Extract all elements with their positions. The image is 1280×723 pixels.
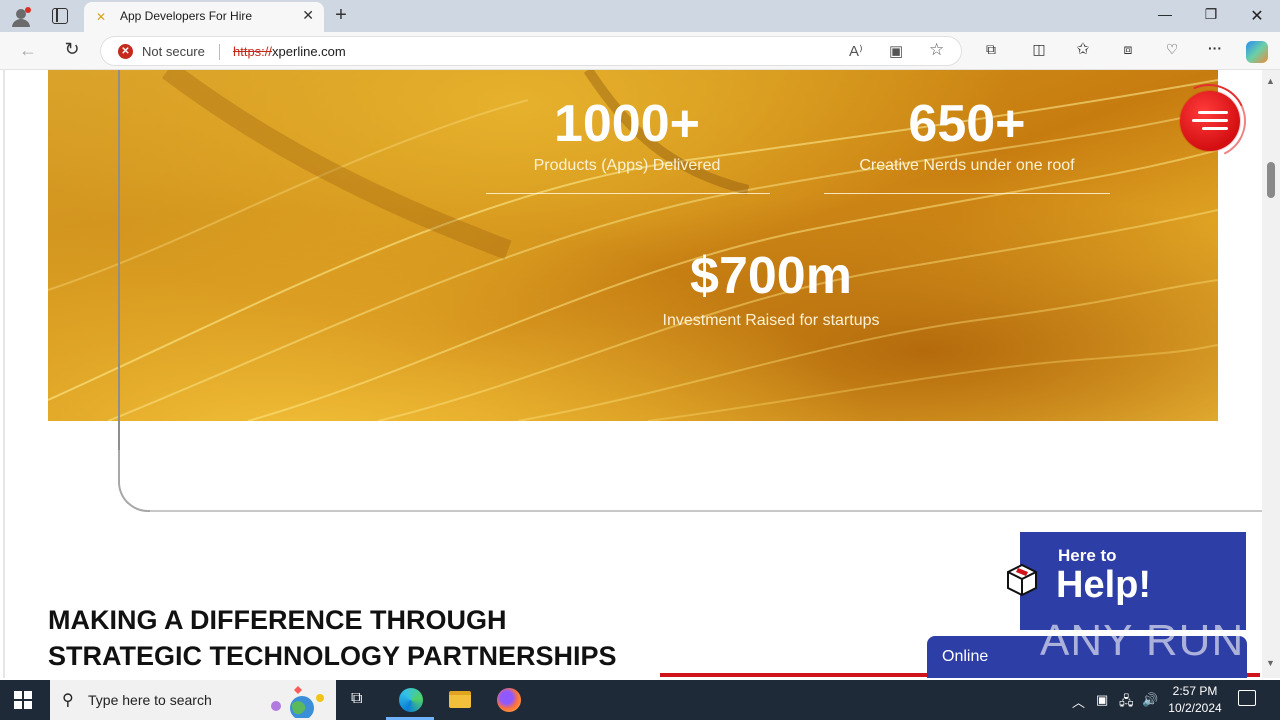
decorative-frame-bottom: [150, 510, 1262, 512]
watermark-text: ANY RUN: [1040, 616, 1245, 665]
tab-bar: ✕ App Developers For Hire ✕ + — ❐ ✕: [0, 0, 1280, 32]
close-tab-icon[interactable]: ✕: [302, 7, 314, 24]
tab-active[interactable]: ✕ App Developers For Hire ✕: [84, 2, 324, 32]
stat-caption-investment: Investment Raised for startups: [662, 312, 880, 329]
stat-caption-products: Products (Apps) Delivered: [533, 157, 721, 174]
stat-divider: [824, 193, 1110, 194]
headline-line-2: STRATEGIC TECHNOLOGY PARTNERSHIPS: [48, 641, 617, 671]
favorites-icon[interactable]: ✩: [1072, 39, 1094, 59]
taskbar-search[interactable]: ⚲ Type here to search: [50, 680, 336, 720]
scroll-down-icon[interactable]: ▼: [1266, 658, 1275, 668]
address-bar[interactable]: ✕ Not secure https://xperline.com A⁾ ▣ ☆: [100, 36, 962, 66]
edge-icon: [399, 688, 423, 712]
page-content: 1000+ Products (Apps) Delivered 650+ Cre…: [0, 70, 1262, 678]
decorative-frame-line: [118, 70, 120, 480]
stat-number-nerds: 650+: [908, 95, 1026, 153]
hamburger-menu-icon: [1192, 119, 1228, 122]
site-favicon-icon: ✕: [96, 10, 107, 24]
close-window-button[interactable]: ✕: [1242, 6, 1272, 26]
help-small-text: Here to: [1058, 546, 1117, 565]
back-button[interactable]: ←: [16, 40, 40, 61]
show-hidden-icons[interactable]: ︿: [1072, 692, 1085, 711]
windows-taskbar: ⚲ Type here to search ⧉ ︿ ▣ 🖧 🔊 2:57 PM …: [0, 680, 1280, 720]
section-headline: MAKING A DIFFERENCE THROUGH STRATEGIC TE…: [48, 602, 617, 674]
extensions-icon[interactable]: ⧉: [980, 41, 1002, 58]
immersive-reader-icon[interactable]: ▣: [889, 42, 903, 60]
notifications-icon[interactable]: [1238, 690, 1256, 706]
task-view-icon: ⧉: [351, 690, 363, 707]
task-view-button[interactable]: ⧉: [336, 680, 384, 720]
new-tab-button[interactable]: +: [330, 4, 352, 27]
taskbar-file-explorer[interactable]: [436, 680, 484, 720]
hamburger-menu-icon: [1198, 111, 1228, 114]
folder-icon: [449, 691, 471, 708]
profile-icon[interactable]: [10, 6, 32, 28]
help-big-text: Help!: [1056, 564, 1151, 606]
cube-icon: [1007, 563, 1037, 597]
taskbar-edge[interactable]: [386, 680, 434, 720]
stat-number-products: 1000+: [553, 95, 701, 153]
stat-number-investment: $700m: [690, 247, 852, 305]
hamburger-menu-icon: [1202, 127, 1228, 130]
taskbar-firefox[interactable]: [484, 680, 532, 720]
stats-hero: 1000+ Products (Apps) Delivered 650+ Cre…: [48, 70, 1218, 421]
restore-button[interactable]: ❐: [1196, 6, 1226, 23]
search-placeholder: Type here to search: [88, 692, 212, 708]
more-options-icon[interactable]: ···: [1204, 40, 1226, 56]
volume-icon[interactable]: 🔊: [1142, 692, 1158, 708]
url-scheme: https://: [233, 44, 273, 59]
chat-status-text: Online: [942, 648, 989, 665]
browser-essentials-icon[interactable]: ♡: [1161, 41, 1183, 58]
browser-toolbar: ← ↻ ✕ Not secure https://xperline.com A⁾…: [0, 32, 1280, 70]
scroll-up-icon[interactable]: ▲: [1266, 76, 1275, 86]
tab-actions-icon[interactable]: [52, 8, 68, 24]
clock-date: 10/2/2024: [1168, 701, 1222, 715]
network-icon[interactable]: 🖧: [1119, 692, 1134, 714]
address-divider: [219, 44, 220, 60]
stat-caption-nerds: Creative Nerds under one roof: [859, 157, 1075, 174]
copilot-icon[interactable]: [1246, 41, 1268, 63]
url-text[interactable]: https://xperline.com: [233, 44, 346, 59]
stat-divider: [486, 193, 770, 194]
hamburger-menu-button[interactable]: [1180, 91, 1240, 151]
collections-icon[interactable]: ⧈: [1117, 41, 1139, 58]
read-aloud-icon[interactable]: A⁾: [849, 42, 863, 60]
refresh-button[interactable]: ↻: [60, 39, 84, 60]
split-screen-icon[interactable]: ◫: [1028, 41, 1050, 58]
firefox-icon: [497, 688, 521, 712]
headline-line-1: MAKING A DIFFERENCE THROUGH: [48, 605, 507, 635]
search-highlight-icon: [262, 684, 332, 720]
page-scrollbar[interactable]: ▲ ▼: [1262, 70, 1280, 678]
not-secure-icon[interactable]: ✕: [118, 44, 133, 59]
minimize-button[interactable]: —: [1150, 6, 1180, 22]
taskbar-clock[interactable]: 2:57 PM 10/2/2024: [1163, 683, 1227, 717]
scrollbar-thumb[interactable]: [1267, 162, 1275, 198]
security-label[interactable]: Not secure: [142, 44, 205, 59]
page-edge: [3, 70, 5, 678]
url-host: xperline.com: [272, 44, 346, 59]
device-icon[interactable]: ▣: [1096, 692, 1108, 708]
decorative-frame-corner: [118, 450, 158, 512]
start-button[interactable]: [14, 691, 32, 709]
search-icon: ⚲: [62, 692, 74, 709]
tab-title: App Developers For Hire: [120, 9, 253, 23]
favorite-star-icon[interactable]: ☆: [929, 40, 944, 60]
clock-time: 2:57 PM: [1172, 684, 1218, 698]
